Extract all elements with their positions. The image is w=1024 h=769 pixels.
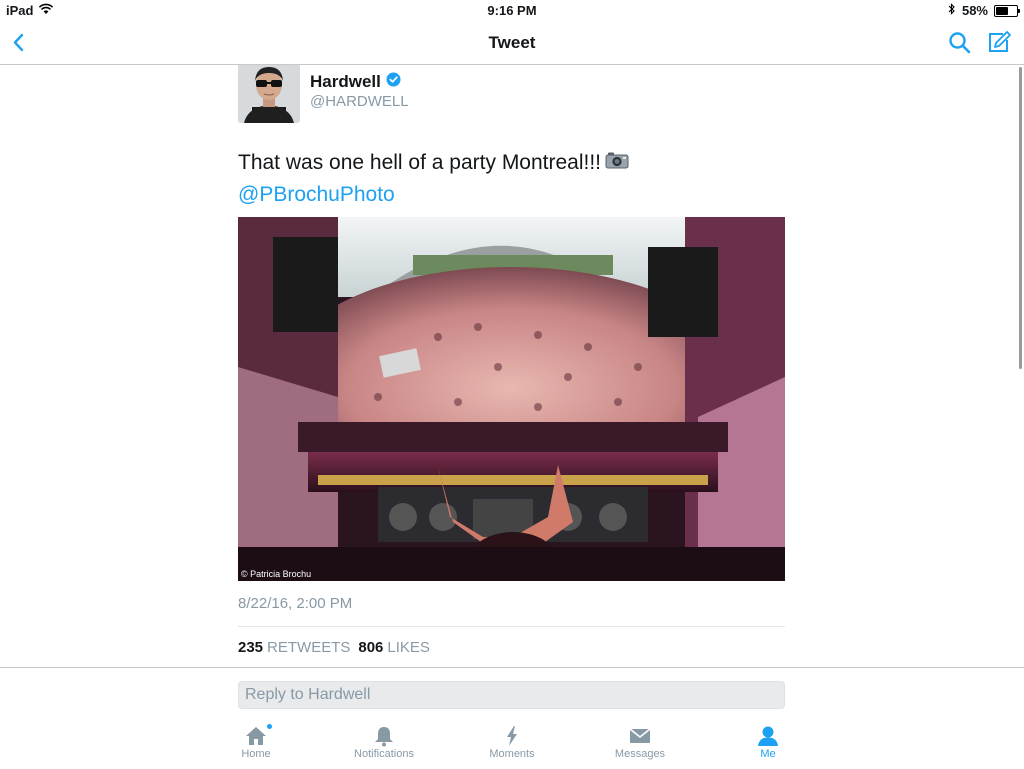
tweet-timestamp: 8/22/16, 2:00 PM — [238, 595, 353, 612]
search-button[interactable] — [947, 30, 973, 56]
battery-fill — [996, 6, 1008, 15]
person-icon — [758, 726, 778, 746]
likes-label: LIKES — [387, 639, 430, 656]
tab-messages[interactable]: Messages — [595, 725, 685, 760]
compose-icon — [989, 31, 1011, 52]
author-name: Hardwell — [310, 72, 381, 91]
photo-credit: © Patricia Brochu — [241, 569, 312, 579]
tweet-text: That was one hell of a party Montreal!!!… — [238, 147, 798, 211]
envelope-icon — [629, 728, 651, 743]
battery-icon — [994, 4, 1020, 17]
tab-moments-label: Moments — [489, 748, 535, 760]
mention-link[interactable]: @PBrochuPhoto — [238, 179, 798, 211]
author-handle[interactable]: @HARDWELL — [310, 93, 409, 110]
tab-messages-label: Messages — [614, 748, 666, 760]
tweet-detail: Hardwell @HARDWELL That was one hell of … — [0, 65, 1024, 667]
avatar[interactable] — [238, 65, 300, 123]
likes-stat[interactable]: 806 LIKES — [358, 639, 430, 656]
status-bar: iPad 9:16 PM 58% — [0, 0, 1024, 22]
retweets-count: 235 — [238, 639, 264, 656]
likes-count: 806 — [358, 639, 384, 656]
bluetooth-icon — [948, 3, 956, 18]
tab-notifications-label: Notifications — [354, 748, 414, 760]
status-time: 9:16 PM — [487, 3, 537, 18]
search-icon — [949, 32, 971, 54]
compose-button[interactable] — [985, 29, 1013, 57]
nav-bar: Tweet — [0, 22, 1024, 65]
stats-divider — [238, 626, 785, 627]
status-right: 58% — [948, 3, 1020, 18]
camera-emoji-icon — [605, 147, 629, 179]
lightning-icon — [507, 726, 517, 746]
battery-percent: 58% — [961, 3, 988, 18]
page-title: Tweet — [488, 33, 536, 52]
avatar-image — [238, 65, 300, 123]
retweets-label: RETWEETS — [267, 639, 351, 656]
bottom-bar: Home Notifications Moments Messages Me — [0, 667, 1024, 769]
tab-me-label: Me — [760, 748, 776, 760]
concert-photo — [238, 217, 785, 581]
home-icon — [246, 727, 266, 745]
scrollbar[interactable] — [1019, 67, 1022, 369]
tab-me[interactable]: Me — [723, 725, 813, 760]
bell-icon — [375, 727, 393, 747]
tweet-stats: 235 RETWEETS 806 LIKES — [238, 639, 430, 656]
tweet-body: That was one hell of a party Montreal!!! — [238, 151, 602, 174]
tab-moments[interactable]: Moments — [467, 725, 557, 760]
tab-notifications[interactable]: Notifications — [339, 725, 429, 760]
tab-home[interactable]: Home — [211, 724, 301, 760]
tab-home-label: Home — [241, 748, 271, 760]
reply-box[interactable] — [238, 681, 796, 709]
retweets-stat[interactable]: 235 RETWEETS — [238, 639, 350, 656]
author-name-row[interactable]: Hardwell — [310, 72, 401, 92]
new-content-dot — [267, 724, 272, 729]
verified-badge-icon — [386, 72, 401, 92]
tweet-photo[interactable]: © Patricia Brochu — [238, 217, 785, 581]
reply-input[interactable] — [239, 682, 796, 708]
